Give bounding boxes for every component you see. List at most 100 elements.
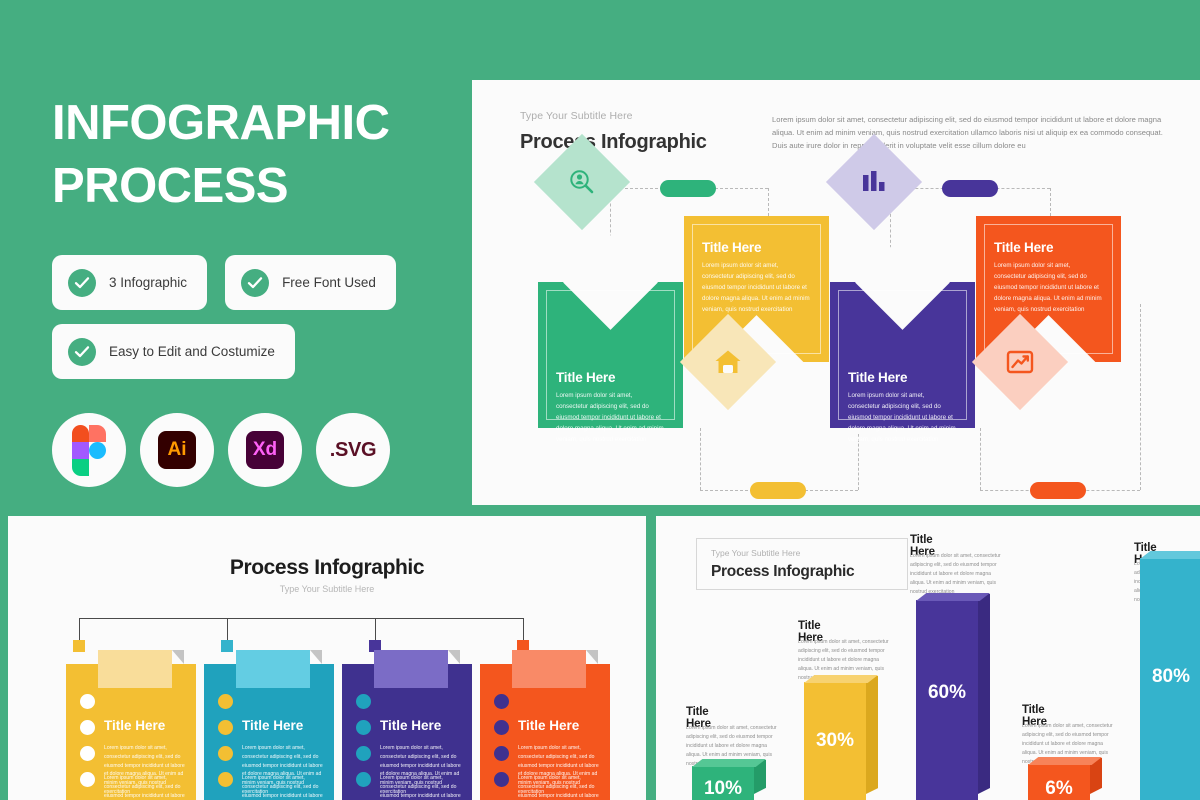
- svg-label: .SVG: [329, 438, 377, 461]
- card-dot: [356, 772, 371, 787]
- bar-top: [916, 593, 990, 601]
- hero-title-line2: PROCESS: [52, 158, 289, 213]
- page-title: INFOGRAPHIC PROCESS: [52, 92, 452, 217]
- connector-drop: [523, 618, 524, 640]
- bl-card-4[interactable]: Title Here Lorem ipsum dolor sit amet, c…: [480, 650, 610, 800]
- bl-card-2[interactable]: Title Here Lorem ipsum dolor sit amet, c…: [204, 650, 334, 800]
- card-title: Title Here: [104, 718, 166, 733]
- feature-label: Free Font Used: [282, 275, 376, 291]
- panel-process-cards: Process Infographic Type Your Subtitle H…: [8, 516, 646, 800]
- bar-value: 60%: [927, 682, 967, 703]
- figma-icon[interactable]: [52, 413, 126, 488]
- illustrator-icon[interactable]: Ai: [140, 413, 214, 488]
- user-search-icon: [569, 169, 595, 195]
- bar-top: [1140, 551, 1200, 559]
- illustrator-label: Ai: [158, 431, 196, 470]
- card-text-2: Lorem ipsum dolor sit amet, consectetur …: [242, 775, 323, 799]
- connector-line: [980, 428, 981, 490]
- bl-card-3[interactable]: Title Here Lorem ipsum dolor sit amet, c…: [342, 650, 472, 800]
- connector-marker: [221, 640, 233, 652]
- card-text-2: Lorem ipsum dolor sit amet, consectetur …: [104, 775, 185, 799]
- card-text: Lorem ipsum dolor sit amet, consectetur …: [848, 392, 956, 444]
- feature-badge-free-font[interactable]: Free Font Used: [225, 255, 396, 311]
- connector-drop: [227, 618, 228, 640]
- app-format-list: Ai Xd .SVG: [52, 413, 452, 488]
- svg-icon[interactable]: .SVG: [316, 413, 390, 488]
- card-title: Title Here: [702, 240, 762, 255]
- bar-value: 10%: [703, 778, 743, 799]
- card-fold: [172, 650, 184, 664]
- process-card-1[interactable]: Title Here Lorem ipsum dolor sit amet, c…: [538, 235, 683, 443]
- bl-card-1[interactable]: Title Here Lorem ipsum dolor sit amet, c…: [66, 650, 196, 800]
- bar-3d: 10%: [692, 759, 766, 800]
- feature-label: 3 Infographic: [109, 275, 188, 291]
- connector-line: [1140, 304, 1141, 490]
- card-title: Title Here: [556, 370, 616, 385]
- card-dot: [218, 720, 233, 735]
- card-title: Title Here: [848, 370, 908, 385]
- card-tab: [512, 650, 586, 688]
- card-dot: [218, 746, 233, 761]
- panel-top-header: Type Your Subtitle Here Process Infograp…: [520, 110, 707, 154]
- connector-marker: [73, 640, 85, 652]
- connector-pill-green[interactable]: [660, 180, 716, 197]
- connector-line: [700, 428, 701, 490]
- card-tab: [98, 650, 172, 688]
- feature-label: Easy to Edit and Costumize: [109, 344, 275, 360]
- bar-chart-icon: [861, 170, 887, 194]
- card-dot: [356, 694, 371, 709]
- card-tab: [374, 650, 448, 688]
- feature-badge-easy-to-edit[interactable]: Easy to Edit and Costumize: [52, 324, 295, 380]
- card-text: Lorem ipsum dolor sit amet, consectetur …: [702, 262, 810, 314]
- feature-badge-3-infographic[interactable]: 3 Infographic: [52, 255, 208, 311]
- bar-value: 80%: [1151, 666, 1191, 687]
- connector-drop: [375, 618, 376, 640]
- panel-top-title: Process Infographic: [520, 131, 707, 153]
- check-icon: [241, 268, 270, 297]
- connector-rail: [79, 618, 523, 619]
- home-icon: [714, 349, 742, 375]
- panel-process-diagram: Type Your Subtitle Here Process Infograp…: [472, 80, 1200, 505]
- card-dot: [80, 720, 95, 735]
- growth-chart-icon: [1006, 349, 1034, 375]
- figma-glyph: [72, 425, 106, 477]
- bar-3d: 30%: [804, 675, 878, 800]
- bar-side: [866, 676, 878, 794]
- bar-side: [978, 594, 990, 794]
- connector-pill-yellow[interactable]: [750, 482, 806, 499]
- bar-description: Lorem ipsum dolor sit amet, consectetur …: [910, 553, 1001, 595]
- card-text-2: Lorem ipsum dolor sit amet, consectetur …: [518, 775, 599, 799]
- check-icon: [68, 337, 96, 366]
- card-title: Title Here: [242, 718, 304, 733]
- card-dot: [494, 746, 509, 761]
- bar-3d: 6%: [1028, 757, 1102, 800]
- card-dot: [80, 694, 95, 709]
- adobe-xd-icon[interactable]: Xd: [228, 413, 302, 488]
- bar-chart: Title Here Lorem ipsum dolor sit amet, c…: [656, 516, 1200, 800]
- feature-row-2: Easy to Edit and Costumize: [52, 324, 452, 380]
- card-text: Lorem ipsum dolor sit amet, consectetur …: [994, 262, 1102, 314]
- feature-row-1: 3 Infographic Free Font Used: [52, 255, 452, 311]
- connector-drop: [79, 618, 80, 640]
- panel-bl-subtitle: Type Your Subtitle Here: [279, 584, 375, 594]
- card-text-2: Lorem ipsum dolor sit amet, consectetur …: [380, 775, 461, 799]
- process-card-3[interactable]: Title Here Lorem ipsum dolor sit amet, c…: [830, 235, 975, 443]
- card-dot: [218, 772, 233, 787]
- panel-top-subtitle: Type Your Subtitle Here: [520, 110, 633, 122]
- hero-section: INFOGRAPHIC PROCESS 3 Infographic Free F…: [52, 92, 452, 488]
- card-title: Title Here: [518, 718, 580, 733]
- card-dot: [494, 772, 509, 787]
- bar-3d: 60%: [916, 593, 990, 800]
- bar-top: [692, 759, 766, 767]
- connector-pill-purple[interactable]: [942, 180, 998, 197]
- card-fold: [310, 650, 322, 664]
- card-fold: [586, 650, 598, 664]
- check-icon: [68, 268, 96, 297]
- card-dot: [218, 694, 233, 709]
- panel-bar-chart: Type Your Subtitle Here Process Infograp…: [656, 516, 1200, 800]
- connector-pill-orange[interactable]: [1030, 482, 1086, 499]
- bar-3d: 80%: [1140, 551, 1200, 800]
- card-dot: [494, 694, 509, 709]
- card-title: Title Here: [994, 240, 1054, 255]
- card-dot: [80, 772, 95, 787]
